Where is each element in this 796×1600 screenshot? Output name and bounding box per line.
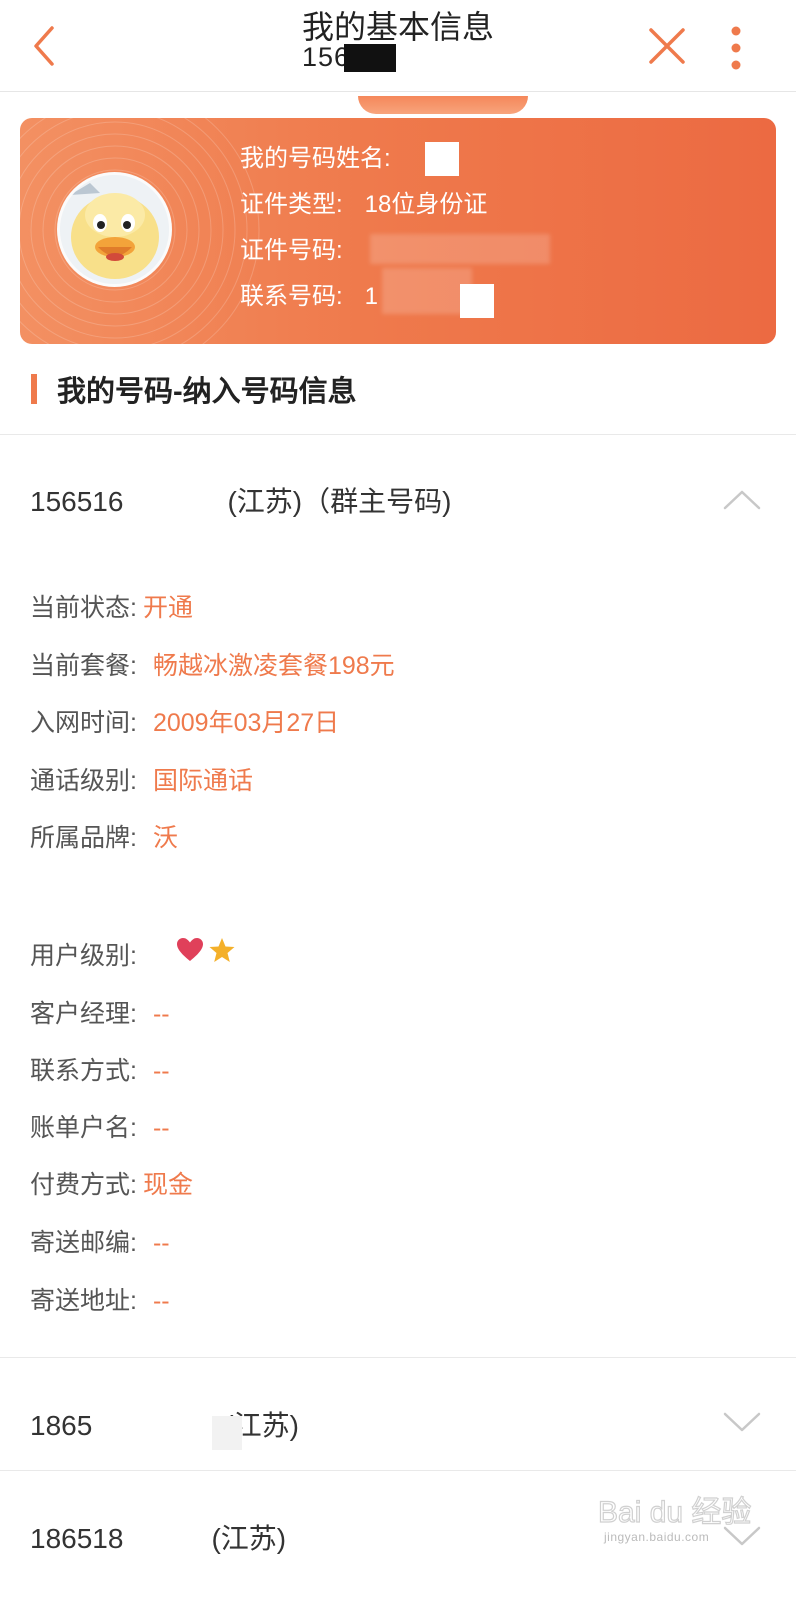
- field-value: 现金: [142, 1171, 193, 1199]
- top-nav-bar: 我的基本信息 1565: [0, 0, 796, 92]
- card-row-id-type: 证件类型: 18位身份证: [240, 184, 487, 219]
- field-label: 用户级别:: [30, 942, 137, 970]
- account-region-tag: (江苏)（群主号码): [227, 486, 452, 517]
- account-number: 156516: [30, 486, 124, 517]
- field-label: 账单户名:: [30, 1114, 137, 1142]
- collapse-button[interactable]: [722, 486, 762, 514]
- more-vertical-icon: [731, 26, 741, 70]
- card-label-contact: 联系号码:: [240, 283, 343, 310]
- section-title: 我的号码-纳入号码信息: [57, 376, 357, 408]
- watermark-logo-text: Bai du 经验: [598, 1496, 751, 1529]
- heart-icon: [177, 938, 203, 961]
- avatar[interactable]: [57, 172, 172, 287]
- field-value: 开通: [142, 594, 193, 622]
- redaction-mask: [425, 142, 459, 176]
- account-number: 1865: [30, 1410, 93, 1441]
- field-value: --: [152, 1000, 170, 1028]
- account-row-1[interactable]: 156516 (江苏)（群主号码): [30, 480, 451, 520]
- redaction-mask: [344, 44, 396, 72]
- divider: [0, 1470, 796, 1471]
- field-brand: 所属品牌: 沃: [30, 818, 178, 854]
- star-icon: [209, 938, 235, 962]
- field-value: 2009年03月27日: [152, 709, 340, 737]
- card-value-id-type: 18位身份证: [364, 191, 488, 218]
- field-call-level: 通话级别: 国际通话: [30, 761, 253, 797]
- field-plan: 当前套餐: 畅越冰激凌套餐198元: [30, 646, 395, 682]
- field-label: 寄送邮编:: [30, 1229, 137, 1257]
- account-number: 186518: [30, 1523, 124, 1554]
- field-status: 当前状态: 开通: [30, 588, 193, 624]
- field-user-level: 用户级别:: [30, 936, 137, 972]
- field-bill-name: 账单户名: --: [30, 1108, 170, 1144]
- divider: [0, 434, 796, 435]
- card-row-name: 我的号码姓名:: [240, 138, 413, 173]
- more-options-button[interactable]: [726, 24, 746, 72]
- close-icon: [649, 28, 685, 64]
- redaction-blur: [370, 234, 550, 264]
- field-label: 当前状态:: [30, 594, 137, 622]
- chevron-down-icon: [723, 1412, 761, 1432]
- account-row-2[interactable]: 1865 (江苏): [30, 1404, 299, 1444]
- field-value: --: [152, 1287, 170, 1315]
- field-label: 入网时间:: [30, 709, 137, 737]
- account-region-tag: (江苏): [211, 1523, 287, 1554]
- close-button[interactable]: [645, 24, 689, 68]
- card-label-id-number: 证件号码:: [240, 237, 343, 264]
- card-row-contact: 联系号码: 1: [240, 276, 378, 311]
- field-address: 寄送地址: --: [30, 1281, 170, 1317]
- field-postcode: 寄送邮编: --: [30, 1223, 170, 1259]
- field-value: 沃: [152, 824, 178, 852]
- expand-button[interactable]: [722, 1408, 762, 1436]
- field-label: 联系方式:: [30, 1057, 137, 1085]
- chevron-up-icon: [723, 490, 761, 510]
- section-accent-bar: [31, 374, 37, 404]
- card-label-id-type: 证件类型:: [240, 191, 343, 218]
- field-label: 通话级别:: [30, 767, 137, 795]
- field-value: --: [152, 1057, 170, 1085]
- field-value: 畅越冰激凌套餐198元: [152, 652, 395, 680]
- field-join-date: 入网时间: 2009年03月27日: [30, 703, 339, 739]
- field-value: 国际通话: [152, 767, 253, 795]
- field-value: --: [152, 1229, 170, 1257]
- duck-avatar-icon: [60, 175, 169, 284]
- card-row-id-number: 证件号码:: [240, 230, 365, 265]
- watermark-url: jingyan.baidu.com: [604, 1530, 710, 1544]
- field-label: 付费方式:: [30, 1171, 137, 1199]
- field-contact: 联系方式: --: [30, 1051, 170, 1087]
- redaction-mask: [212, 1416, 242, 1450]
- field-payment: 付费方式: 现金: [30, 1165, 193, 1201]
- field-value: --: [152, 1114, 170, 1142]
- redaction-mask: [460, 284, 494, 318]
- redaction-blur: [382, 268, 472, 314]
- field-label: 寄送地址:: [30, 1287, 137, 1315]
- field-manager: 客户经理: --: [30, 994, 170, 1030]
- field-label: 当前套餐:: [30, 652, 137, 680]
- card-label-name: 我的号码姓名:: [240, 145, 391, 172]
- card-value-contact: 1: [364, 283, 379, 310]
- field-label: 所属品牌:: [30, 824, 137, 852]
- divider: [0, 1357, 796, 1358]
- header-decoration: [358, 96, 528, 114]
- profile-card: 我的号码姓名: 证件类型: 18位身份证 证件号码: 联系号码: 1: [20, 118, 776, 344]
- field-label: 客户经理:: [30, 1000, 137, 1028]
- account-row-3[interactable]: 186518 (江苏): [30, 1517, 286, 1557]
